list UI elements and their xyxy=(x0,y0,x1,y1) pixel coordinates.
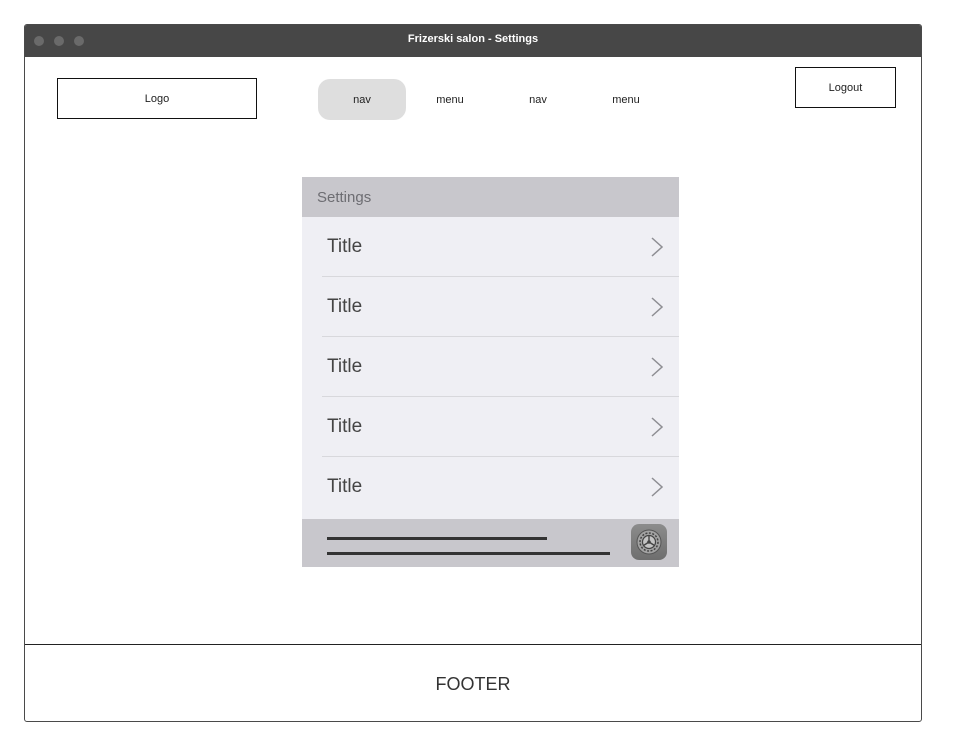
settings-list: Title Title Title Title Title xyxy=(302,217,679,517)
row-title: Title xyxy=(327,476,363,497)
nav-item-nav-1[interactable]: nav xyxy=(318,79,406,120)
nav-item-menu-1[interactable]: menu xyxy=(406,79,494,120)
row-title: Title xyxy=(327,296,363,317)
chevron-right-icon xyxy=(651,297,663,317)
settings-panel-footer xyxy=(302,519,679,567)
chevron-right-icon xyxy=(651,357,663,377)
placeholder-line xyxy=(327,537,547,540)
settings-panel-header: Settings xyxy=(302,177,679,217)
chevron-right-icon xyxy=(651,477,663,497)
main-nav: nav menu nav menu xyxy=(318,79,670,120)
app-window: Frizerski salon - Settings Logo nav menu… xyxy=(24,24,922,722)
gear-icon xyxy=(636,529,662,555)
page-footer: FOOTER xyxy=(25,644,921,721)
settings-row[interactable]: Title xyxy=(302,337,679,397)
settings-panel: Settings Title Title Title Title Title xyxy=(302,177,679,567)
settings-row[interactable]: Title xyxy=(302,397,679,457)
settings-row[interactable]: Title xyxy=(302,457,679,517)
nav-item-nav-2[interactable]: nav xyxy=(494,79,582,120)
chevron-right-icon xyxy=(651,417,663,437)
chevron-right-icon xyxy=(651,237,663,257)
window-title: Frizerski salon - Settings xyxy=(407,33,539,45)
settings-row[interactable]: Title xyxy=(302,277,679,337)
row-title: Title xyxy=(327,416,363,437)
row-title: Title xyxy=(327,236,363,257)
title-bar: Frizerski salon - Settings xyxy=(25,25,921,57)
logo[interactable]: Logo xyxy=(57,78,257,119)
nav-item-menu-2[interactable]: menu xyxy=(582,79,670,120)
placeholder-line xyxy=(327,552,610,555)
settings-row[interactable]: Title xyxy=(302,217,679,277)
settings-gear-icon[interactable] xyxy=(631,524,667,560)
row-title: Title xyxy=(327,356,363,377)
logout-button[interactable]: Logout xyxy=(795,67,896,108)
